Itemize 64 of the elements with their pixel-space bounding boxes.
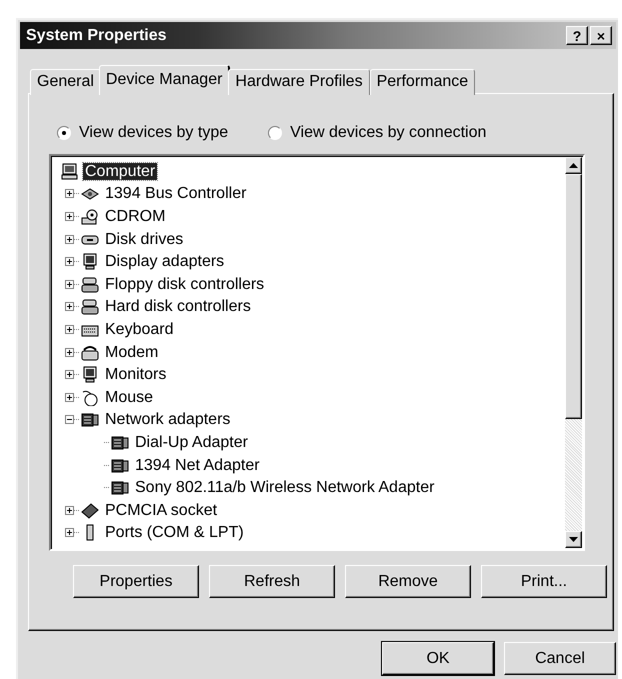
controller-icon [81, 298, 99, 316]
cd-drive-icon [81, 208, 99, 225]
tree-item[interactable]: Sony 802.11a/b Wireless Network Adapter [133, 479, 436, 496]
tab[interactable]: Device Manager [98, 65, 230, 95]
action-button[interactable]: Refresh [209, 565, 335, 598]
action-button[interactable]: Print... [481, 565, 607, 598]
scrollbar[interactable] [565, 157, 582, 548]
dialog-button[interactable]: Cancel [504, 642, 616, 675]
title-bar-button[interactable]: ? [566, 26, 588, 45]
mouse-icon [81, 388, 99, 406]
tree-item[interactable]: Display adapters [103, 253, 226, 270]
tree-item[interactable]: Keyboard [103, 320, 176, 338]
down-arrow-icon [569, 537, 578, 542]
network-card-icon [111, 434, 129, 451]
radio-label[interactable]: View devices by type [79, 124, 228, 142]
tree-item[interactable]: Modem [103, 344, 160, 361]
monitor-icon [81, 253, 99, 270]
tree-item[interactable]: Dial-Up Adapter [133, 434, 250, 451]
expand-icon[interactable] [65, 506, 74, 515]
controller-icon [81, 276, 99, 293]
dialog-button[interactable]: OK [382, 642, 494, 675]
expand-icon[interactable] [65, 212, 74, 221]
tree-item[interactable]: 1394 Net Adapter [133, 456, 262, 474]
tab[interactable]: General [30, 69, 101, 95]
tree-item[interactable]: Floppy disk controllers [103, 276, 266, 293]
tab[interactable]: Performance [370, 69, 476, 95]
expand-icon[interactable] [65, 370, 74, 380]
tree-item[interactable]: Computer [83, 162, 158, 180]
radio-button[interactable] [57, 126, 71, 140]
monitor-icon [81, 366, 99, 384]
tree-item[interactable]: Disk drives [103, 230, 186, 248]
title-bar-button[interactable]: × [590, 26, 612, 45]
network-card-icon [111, 456, 129, 474]
expand-icon[interactable] [65, 234, 74, 244]
expand-icon[interactable] [65, 392, 74, 402]
radio-button[interactable] [268, 126, 282, 140]
scroll-down-button[interactable] [565, 531, 582, 548]
expand-icon[interactable] [65, 280, 74, 289]
collapse-icon[interactable] [65, 415, 74, 424]
tree-item[interactable]: Ports (COM & LPT) [103, 524, 246, 542]
up-arrow-icon [569, 163, 578, 168]
expand-icon[interactable] [65, 189, 74, 198]
expand-icon[interactable] [65, 302, 74, 312]
window-title: System Properties [26, 26, 168, 44]
tree-item[interactable]: 1394 Bus Controller [103, 185, 248, 202]
expand-icon[interactable] [65, 324, 74, 334]
radio-label[interactable]: View devices by connection [290, 124, 486, 142]
computer-icon [61, 162, 79, 180]
tree-item[interactable]: Monitors [103, 366, 168, 384]
tab[interactable]: Hardware Profiles [228, 69, 370, 95]
action-button[interactable]: Remove [345, 565, 471, 598]
network-card-icon [81, 411, 99, 428]
tree-item[interactable]: PCMCIA socket [103, 502, 220, 519]
expand-icon[interactable] [65, 348, 74, 357]
network-card-icon [111, 479, 129, 496]
action-button[interactable]: Properties [73, 565, 199, 598]
scroll-thumb[interactable] [565, 174, 582, 419]
tree-item[interactable]: CDROM [103, 208, 168, 225]
expand-icon[interactable] [65, 528, 74, 538]
expand-icon[interactable] [65, 257, 74, 266]
scroll-up-button[interactable] [565, 157, 582, 174]
tree-item[interactable]: Hard disk controllers [103, 298, 253, 316]
tree-item[interactable]: Mouse [103, 388, 156, 406]
tree-item[interactable]: Network adapters [103, 411, 232, 428]
